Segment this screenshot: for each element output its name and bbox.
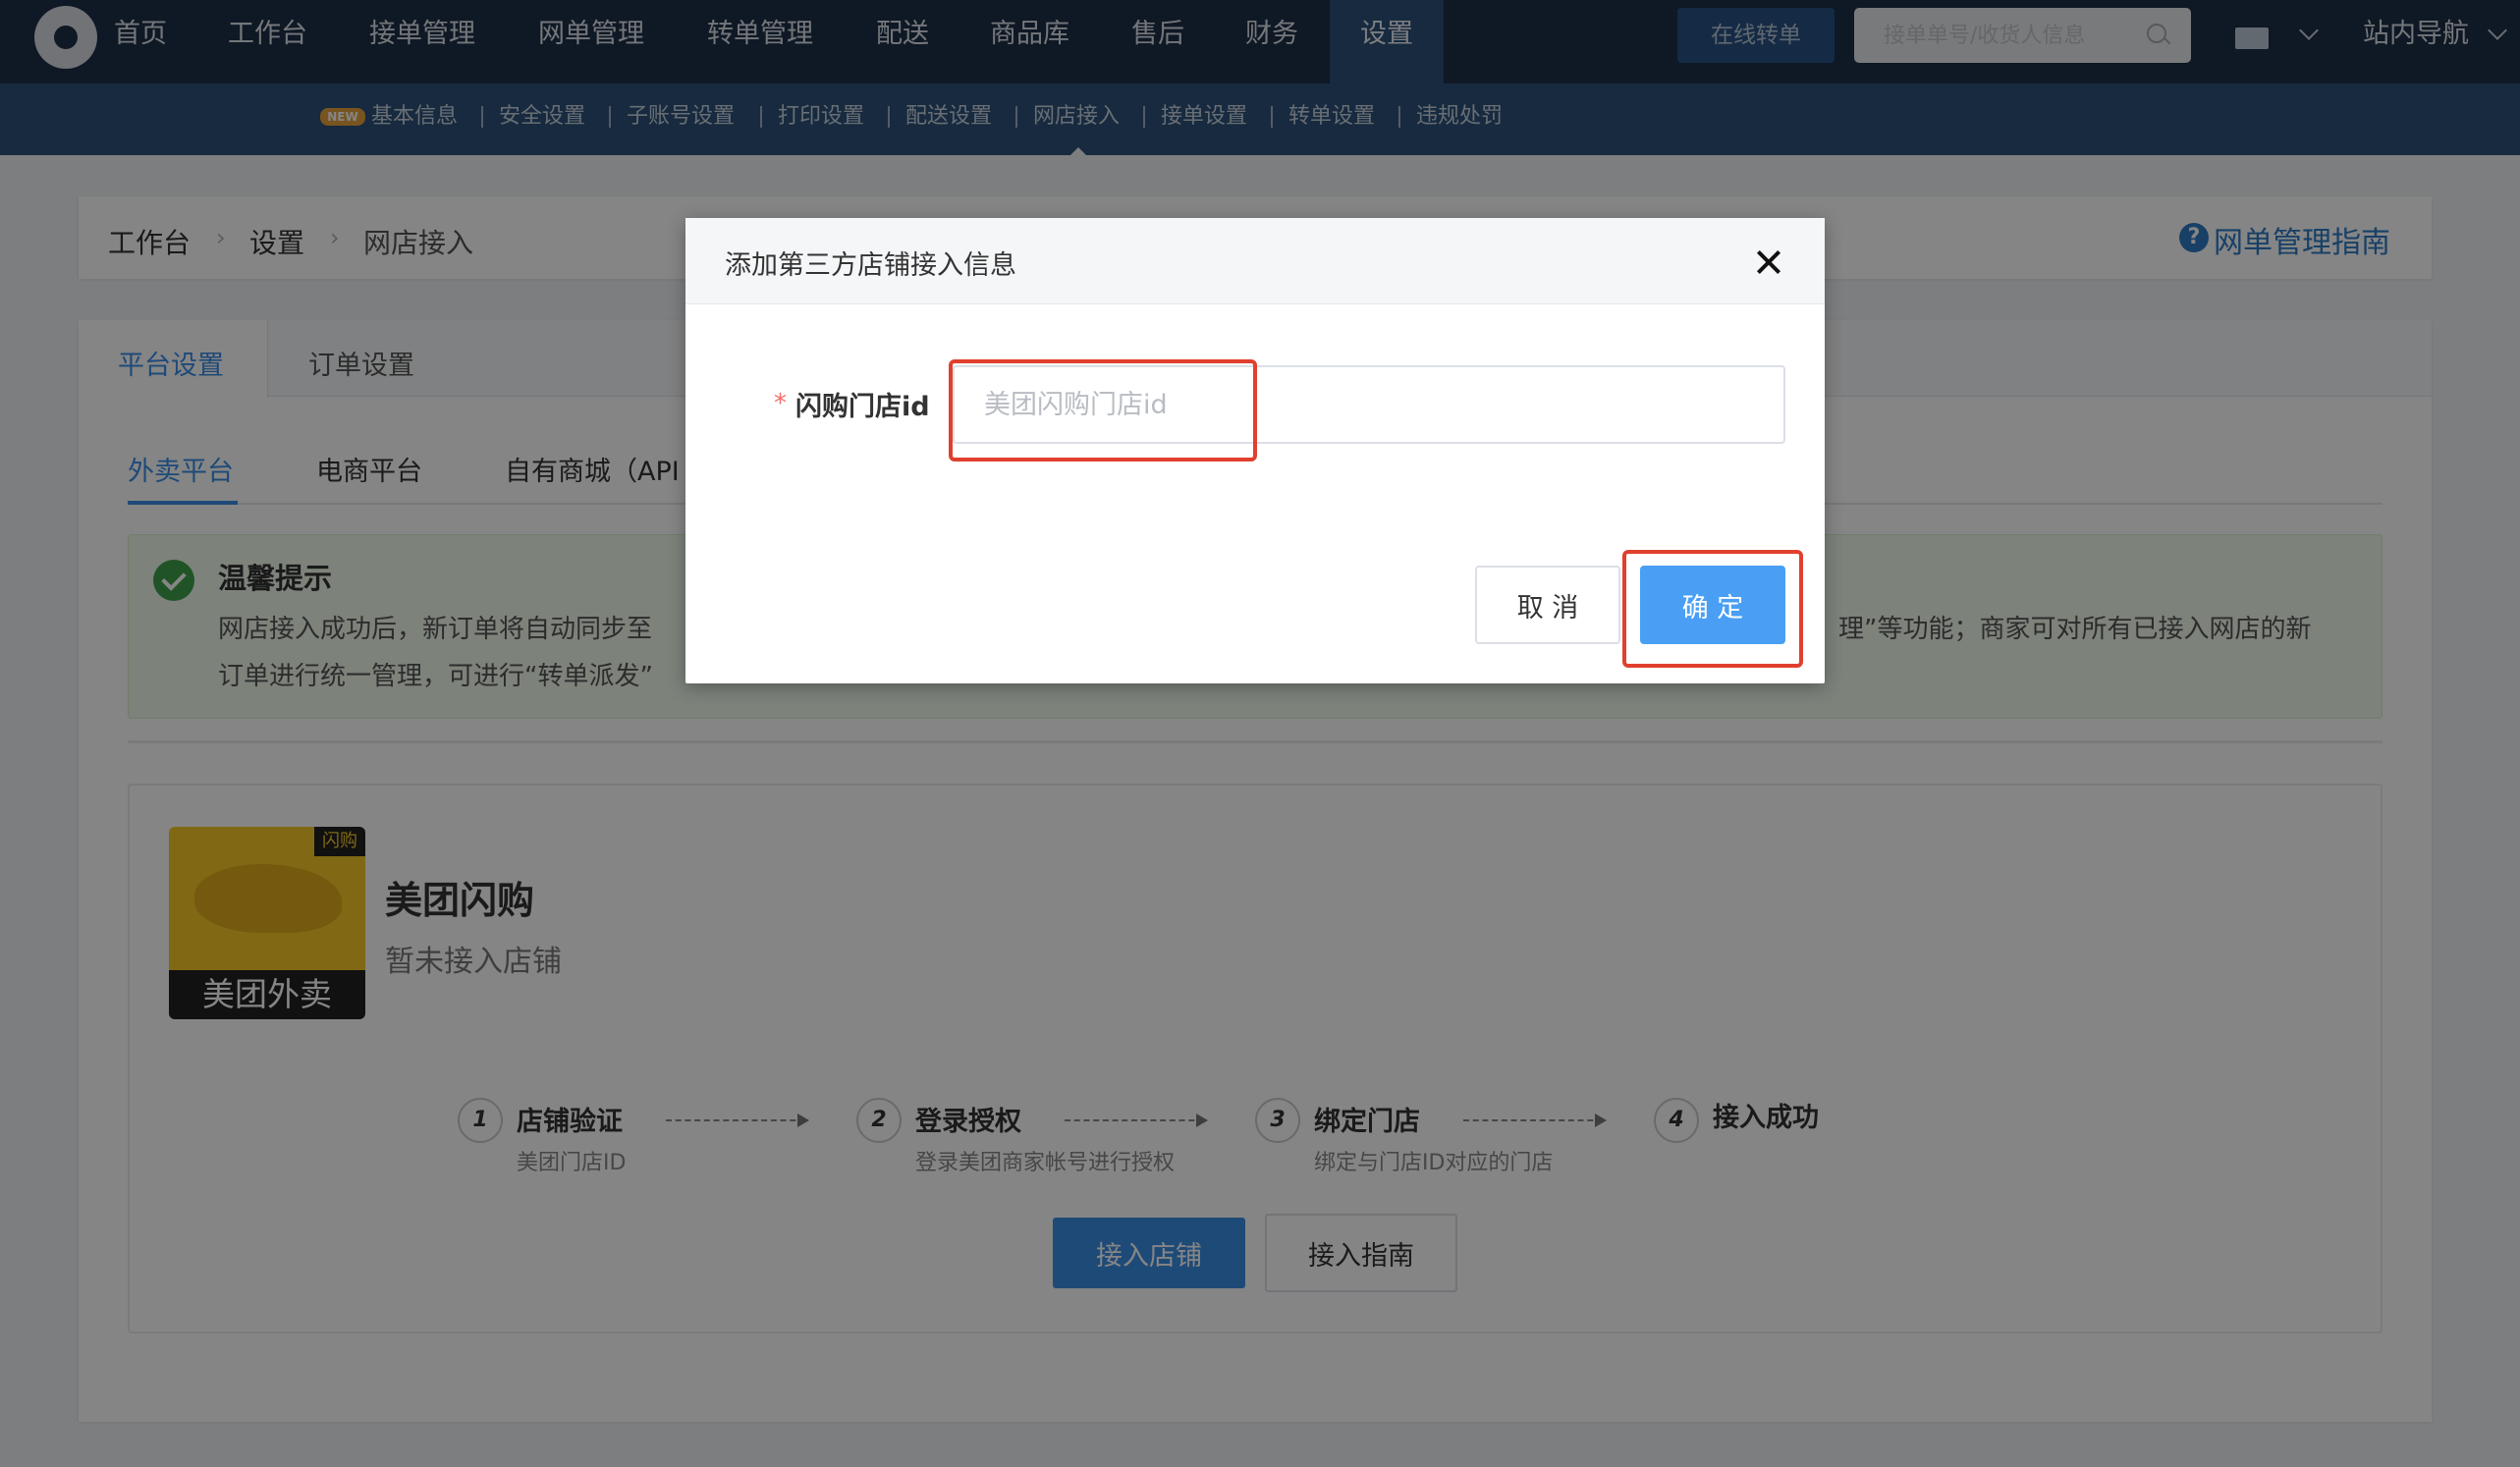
required-mark: *: [774, 389, 787, 418]
store-id-label: 闪购门店id: [795, 392, 930, 422]
annotation-highlight-confirm: [1622, 550, 1803, 668]
close-icon[interactable]: [1754, 247, 1783, 277]
dialog-title: 添加第三方店铺接入信息: [725, 250, 1016, 281]
annotation-highlight-input: [949, 359, 1257, 462]
cancel-button[interactable]: 取 消: [1475, 566, 1620, 644]
